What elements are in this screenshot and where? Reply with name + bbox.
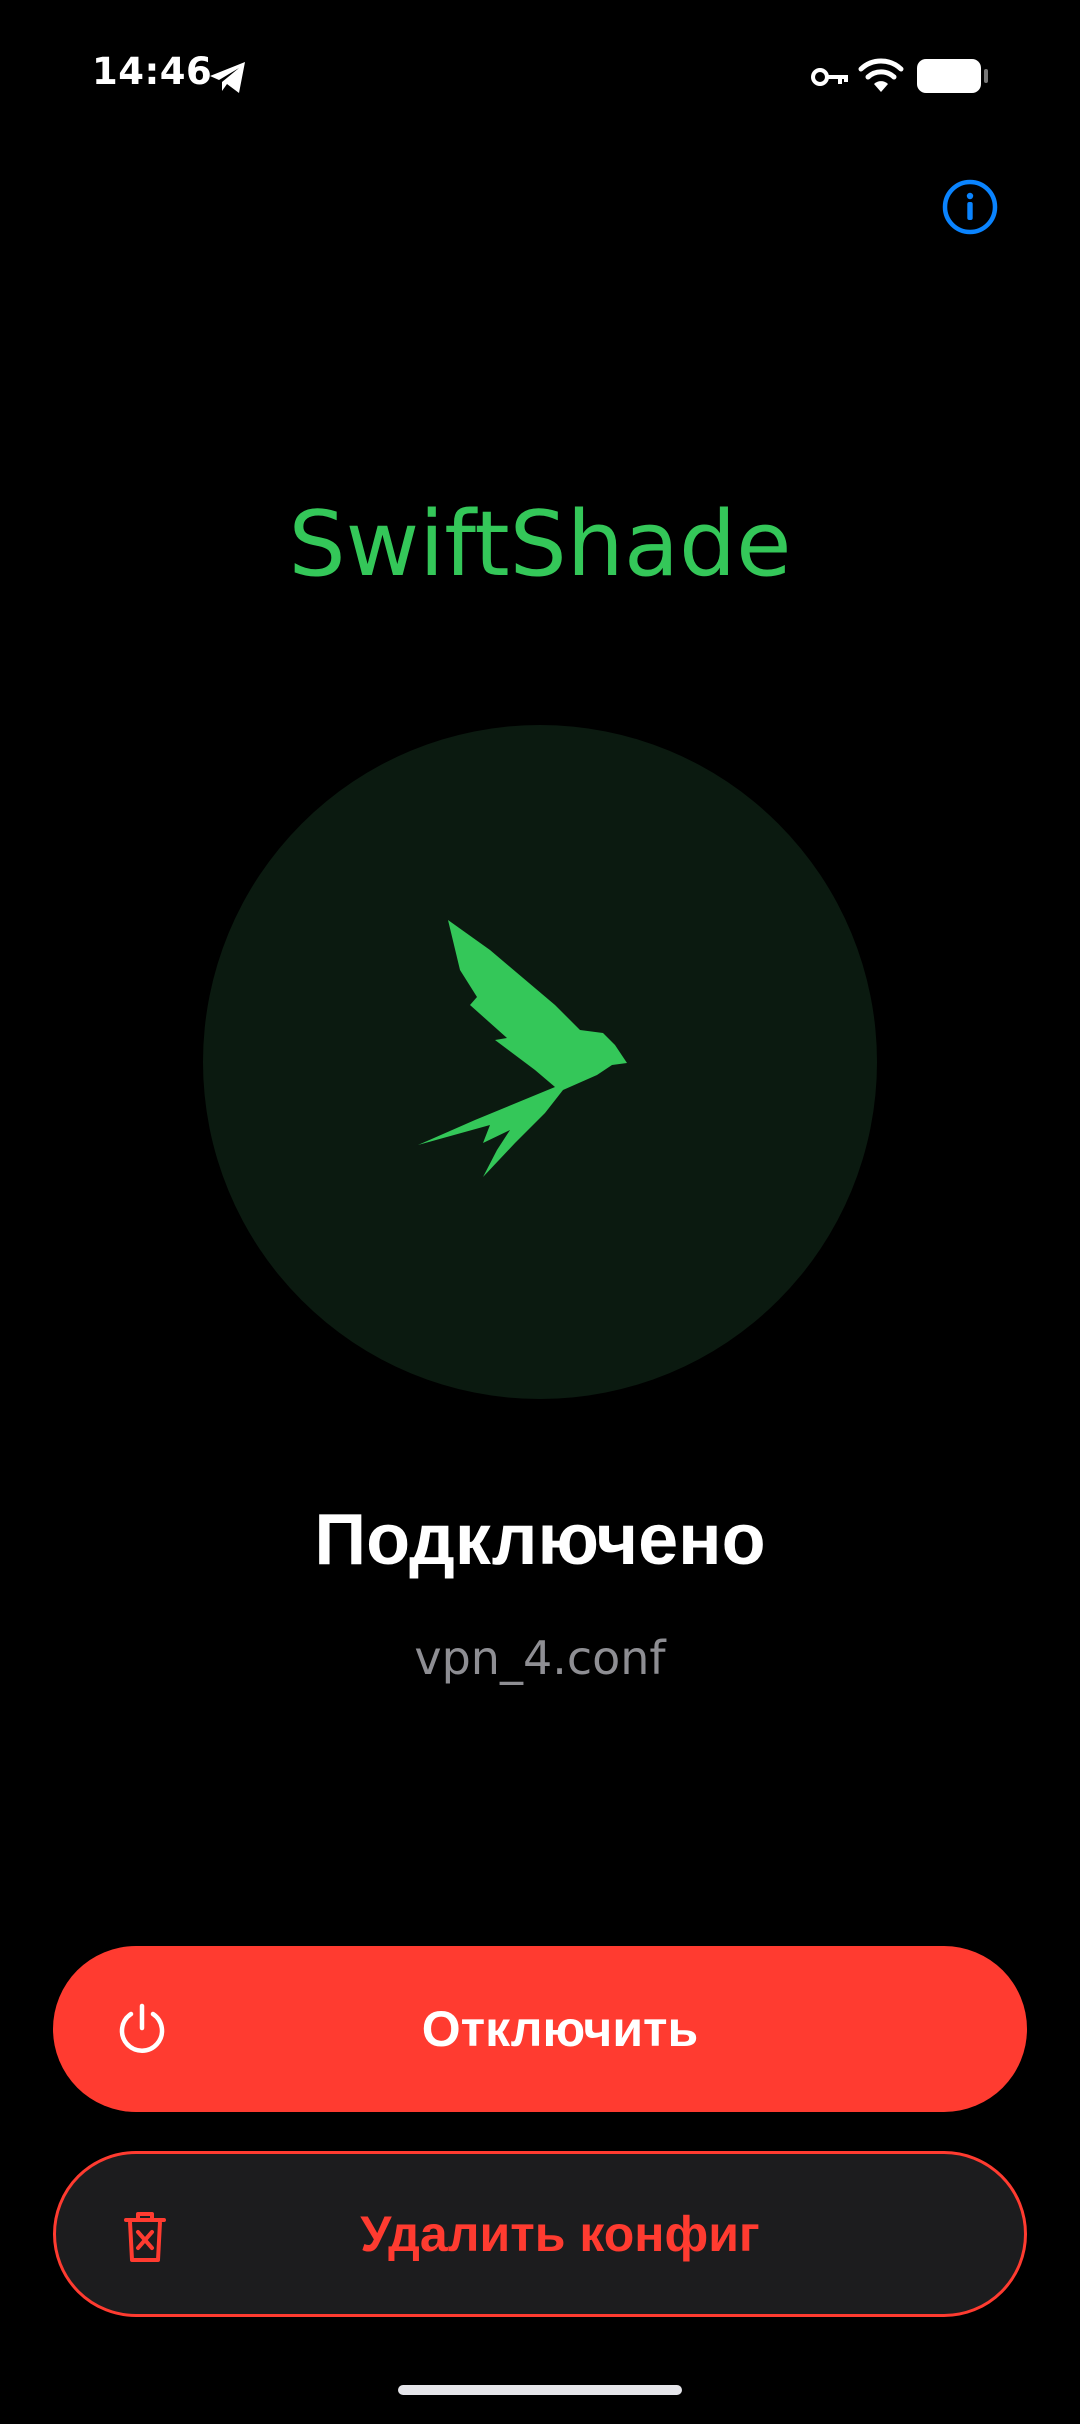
app-title: SwiftShade [288,492,792,597]
disconnect-button-label: Отключить [421,2001,699,2057]
delete-config-button-label: Удалить конфиг [360,2206,760,2262]
home-indicator[interactable] [398,2385,682,2395]
disconnect-button[interactable]: Отключить [53,1946,1027,2112]
swift-bird-icon [418,920,627,1177]
config-name: vpn_4.conf [414,1631,666,1685]
status-bar: 14:46 [0,0,1080,150]
status-time: 14:46 [92,50,213,93]
delete-config-button[interactable]: Удалить конфиг [53,2151,1027,2317]
telegram-icon [210,62,245,93]
info-icon[interactable] [940,177,1000,237]
battery-icon [917,59,988,93]
vpn-key-icon [811,68,848,86]
connection-status-text: Подключено [314,1500,766,1580]
wifi-icon [858,58,904,92]
